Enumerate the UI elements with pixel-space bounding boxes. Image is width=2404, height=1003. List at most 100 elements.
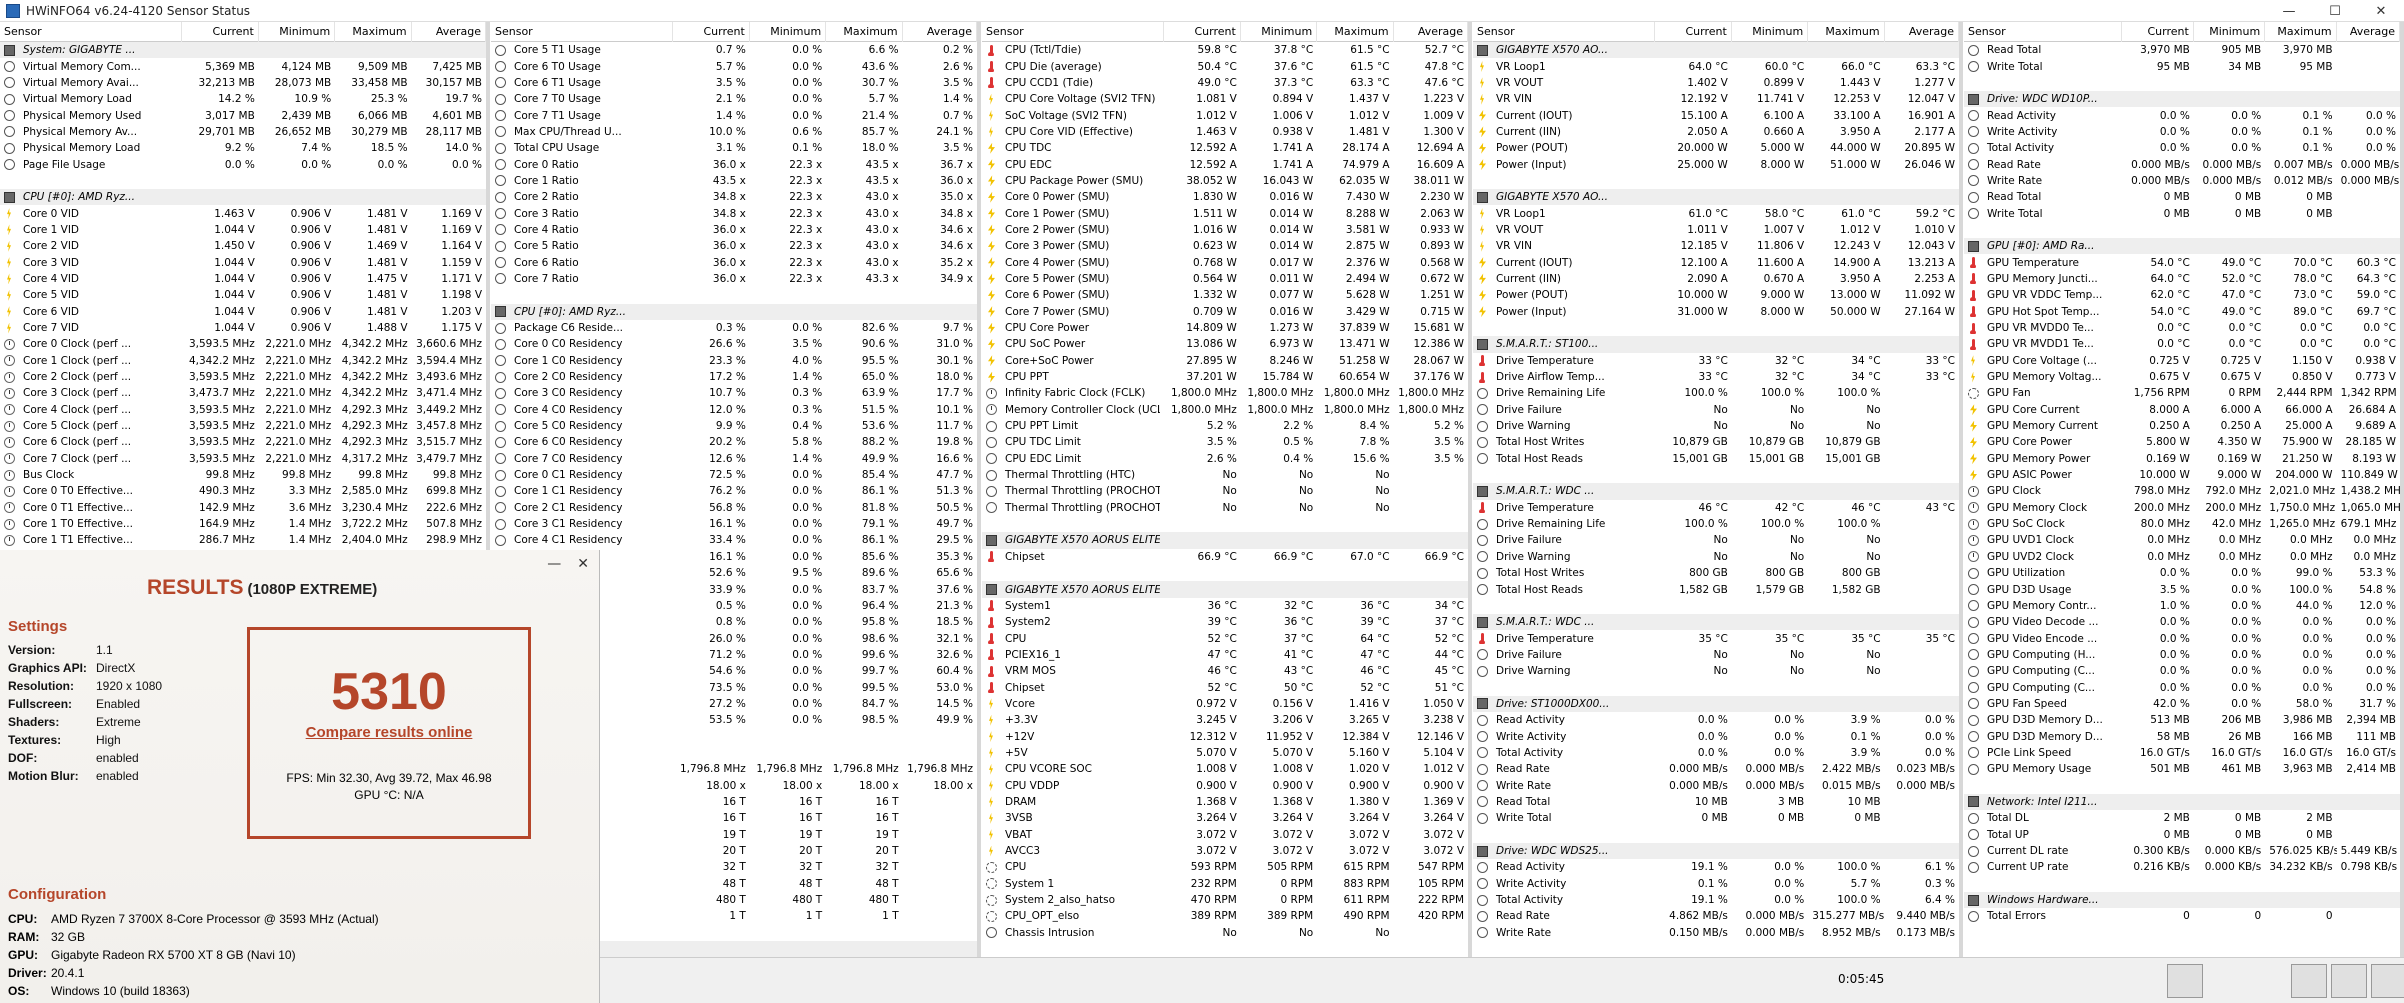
- sensor-row[interactable]: Total Host Writes 10,879 GB 10,879 GB 10,87…: [1473, 434, 1959, 450]
- sensor-row[interactable]: Core 5 C0 Residency 9.9 % 0.4 % 53.6 % 11.7 …: [491, 418, 977, 434]
- sensor-row[interactable]: Core 0 Ratio 36.0 x 22.3 x 43.5 x 36.7 x: [491, 156, 977, 172]
- sensor-row[interactable]: Core 4 VID 1.044 V 0.906 V 1.475 V 1.171 V: [0, 271, 486, 287]
- sensor-row[interactable]: DRAM 1.368 V 1.368 V 1.380 V 1.369 V: [982, 794, 1468, 810]
- sensor-row[interactable]: Virtual Memory Load 14.2 % 10.9 % 25.3 % 19.…: [0, 91, 486, 107]
- sensor-row[interactable]: CPU VCORE SOC 1.008 V 1.008 V 1.020 V 1.012 …: [982, 761, 1468, 777]
- column-header-maximum[interactable]: Maximum: [1808, 22, 1885, 42]
- sensor-row[interactable]: Core 0 T0 Effective... 490.3 MHz 3.3 MHz 2,…: [0, 483, 486, 499]
- sensor-row[interactable]: GPU Memory Current 0.250 A 0.250 A 25.000 A…: [1964, 418, 2400, 434]
- sensor-row[interactable]: CPU Core Power 14.809 W 1.273 W 37.839 W 15.…: [982, 320, 1468, 336]
- sensor-row[interactable]: Core 1 Clock (perf ... 4,342.2 MHz 2,221.0…: [0, 353, 486, 369]
- column-header-minimum[interactable]: Minimum: [2194, 22, 2266, 42]
- sensor-row[interactable]: Core 1 T1 Effective... 286.7 MHz 1.4 MHz 2,…: [0, 532, 486, 548]
- sensor-row[interactable]: Read Rate 0.000 MB/s 0.000 MB/s 2.422 MB/s 0…: [1473, 761, 1959, 777]
- sensor-row[interactable]: Core 7 Power (SMU) 0.709 W 0.016 W 3.429 W0…: [982, 304, 1468, 320]
- sensor-row[interactable]: Core 5 T1 Usage 0.7 % 0.0 % 6.6 % 0.2 %: [491, 42, 977, 58]
- column-header[interactable]: Sensor Current Minimum Maximum Average: [0, 22, 486, 42]
- sensor-row[interactable]: VR VOUT 1.402 V 0.899 V 1.443 V 1.277 V: [1473, 75, 1959, 91]
- sensor-row[interactable]: Drive Failure No No No: [1473, 647, 1959, 663]
- sensor-row[interactable]: CPU SoC Power 13.086 W 6.973 W 13.471 W 12.3…: [982, 336, 1468, 352]
- sensor-panel-4[interactable]: Sensor Current Minimum Maximum Average GIGABY…: [1473, 22, 1963, 957]
- sensor-row[interactable]: Thermal Throttling (PROCHOT ... No No No: [982, 483, 1468, 499]
- sensor-row[interactable]: CPU TDC 12.592 A 1.741 A 28.174 A 12.694 A: [982, 140, 1468, 156]
- sensor-row[interactable]: GPU Video Encode ... 0.0 % 0.0 % 0.0 % 0.0 %: [1964, 630, 2400, 646]
- sensor-row[interactable]: Read Total 0 MB 0 MB 0 MB: [1964, 189, 2400, 205]
- column-header[interactable]: Sensor Current Minimum Maximum Average: [1964, 22, 2400, 42]
- sensor-row[interactable]: Core 3 Clock (perf ... 3,473.7 MHz 2,221.0…: [0, 385, 486, 401]
- sensor-row[interactable]: VBAT 3.072 V 3.072 V 3.072 V 3.072 V: [982, 827, 1468, 843]
- sensor-row[interactable]: 3VSB 3.264 V 3.264 V 3.264 V 3.264 V: [982, 810, 1468, 826]
- sensor-row[interactable]: GPU VR VDDC Temp... 62.0 °C 47.0 °C 73.0 °C…: [1964, 287, 2400, 303]
- close-button[interactable]: ✕: [2358, 0, 2404, 22]
- column-header-sensor[interactable]: Sensor: [982, 22, 1165, 42]
- sensor-row[interactable]: GPU Core Current 8.000 A 6.000 A 66.000 A 26…: [1964, 402, 2400, 418]
- results-close-button[interactable]: ✕: [577, 556, 589, 572]
- sensor-row[interactable]: Total CPU Usage 3.1 % 0.1 % 18.0 % 3.5 %: [491, 140, 977, 156]
- column-header[interactable]: Sensor Current Minimum Maximum Average: [982, 22, 1468, 42]
- sensor-row[interactable]: Core 1 T0 Effective... 164.9 MHz 1.4 MHz 3,…: [0, 516, 486, 532]
- column-header-minimum[interactable]: Minimum: [1732, 22, 1809, 42]
- sensor-row[interactable]: GPU Core Power 5.800 W 4.350 W 75.900 W 28.1…: [1964, 434, 2400, 450]
- column-header-maximum[interactable]: Maximum: [826, 22, 903, 42]
- column-header-current[interactable]: Current: [1655, 22, 1732, 42]
- sensor-row[interactable]: Total Host Reads 1,582 GB 1,579 GB 1,582 GB: [1473, 581, 1959, 597]
- column-header-sensor[interactable]: Sensor: [1964, 22, 2123, 42]
- sensor-row[interactable]: Core 6 Power (SMU) 1.332 W 0.077 W 5.628 W1…: [982, 287, 1468, 303]
- column-header-average[interactable]: Average: [903, 22, 977, 42]
- sensor-row[interactable]: VRM MOS 46 °C 43 °C 46 °C 45 °C: [982, 663, 1468, 679]
- sensor-row[interactable]: System 1 232 RPM 0 RPM 883 RPM 105 RPM: [982, 876, 1468, 892]
- column-header-current[interactable]: Current: [1164, 22, 1241, 42]
- sensor-row[interactable]: Core 1 VID 1.044 V 0.906 V 1.481 V 1.169 V: [0, 222, 486, 238]
- sensor-row[interactable]: Core 3 Ratio 34.8 x 22.3 x 43.0 x 34.8 x: [491, 205, 977, 221]
- sensor-row[interactable]: VR VIN 12.192 V 11.741 V 12.253 V 12.047 V: [1473, 91, 1959, 107]
- sensor-row[interactable]: Core+SoC Power 27.895 W 8.246 W 51.258 W 28.…: [982, 353, 1468, 369]
- sensor-row[interactable]: Infinity Fabric Clock (FCLK) 1,800.0 MHz 1…: [982, 385, 1468, 401]
- compare-results-link[interactable]: Compare results online: [250, 724, 528, 741]
- minimize-button[interactable]: —: [2266, 0, 2312, 22]
- sensor-row[interactable]: Power (Input) 25.000 W 8.000 W 51.000 W 26.0…: [1473, 156, 1959, 172]
- sensor-row[interactable]: Drive Remaining Life 100.0 % 100.0 % 100.0 …: [1473, 385, 1959, 401]
- sensor-group-row[interactable]: GIGABYTE X570 AORUS ELITE ...: [982, 532, 1468, 549]
- sensor-row[interactable]: Drive Warning No No No: [1473, 663, 1959, 679]
- column-header-sensor[interactable]: Sensor: [1473, 22, 1656, 42]
- sensor-row[interactable]: Core 6 Ratio 36.0 x 22.3 x 43.0 x 35.2 x: [491, 254, 977, 270]
- sensor-row[interactable]: Total Activity 0.0 % 0.0 % 3.9 % 0.0 %: [1473, 745, 1959, 761]
- sensor-row[interactable]: CPU Core Voltage (SVI2 TFN) 1.081 V 0.894 …: [982, 91, 1468, 107]
- sensor-row[interactable]: Read Activity 0.0 % 0.0 % 3.9 % 0.0 %: [1473, 712, 1959, 728]
- column-header-average[interactable]: Average: [1394, 22, 1468, 42]
- sensor-row[interactable]: CPU CCD1 (Tdie) 49.0 °C 37.3 °C 63.3 °C 47.6…: [982, 75, 1468, 91]
- sensor-row[interactable]: Core 2 Power (SMU) 1.016 W 0.014 W 3.581 W0…: [982, 222, 1468, 238]
- sensor-row[interactable]: CPU EDC 12.592 A 1.741 A 74.979 A 16.609 A: [982, 156, 1468, 172]
- sensor-row[interactable]: Current (IOUT) 12.100 A 11.600 A 14.900 A 13…: [1473, 254, 1959, 270]
- column-header-maximum[interactable]: Maximum: [2265, 22, 2337, 42]
- sensor-row[interactable]: Core 3 C0 Residency 10.7 % 0.3 % 63.9 % 17.7…: [491, 385, 977, 401]
- sensor-row[interactable]: Core 4 C1 Residency 33.4 % 0.0 % 86.1 % 29.5…: [491, 532, 977, 548]
- sensor-row[interactable]: GPU Fan 1,756 RPM 0 RPM 2,444 RPM 1,342 RPM: [1964, 385, 2400, 401]
- sensor-row[interactable]: CPU VDDP 0.900 V 0.900 V 0.900 V 0.900 V: [982, 777, 1468, 793]
- sensor-row[interactable]: Core 2 VID 1.450 V 0.906 V 1.469 V 1.164 V: [0, 238, 486, 254]
- sensor-row[interactable]: CPU 52 °C 37 °C 64 °C 52 °C: [982, 630, 1468, 646]
- sensor-row[interactable]: Read Total 10 MB 3 MB 10 MB: [1473, 794, 1959, 810]
- column-header-average[interactable]: Average: [412, 22, 486, 42]
- sensor-row[interactable]: SoC Voltage (SVI2 TFN) 1.012 V 1.006 V 1.01…: [982, 107, 1468, 123]
- sensor-row[interactable]: Write Rate 0.150 MB/s 0.000 MB/s 8.952 MB/s…: [1473, 925, 1959, 941]
- sensor-panel-5[interactable]: Sensor Current Minimum Maximum Average Read T…: [1964, 22, 2404, 957]
- sensor-row[interactable]: Core 7 Clock (perf ... 3,593.5 MHz 2,221.0…: [0, 451, 486, 467]
- column-header-sensor[interactable]: Sensor: [0, 22, 183, 42]
- sensor-row[interactable]: Page File Usage 0.0 % 0.0 % 0.0 % 0.0 %: [0, 156, 486, 172]
- report-icon[interactable]: [2331, 964, 2367, 998]
- sensor-row[interactable]: Total Activity 19.1 % 0.0 % 100.0 % 6.4 %: [1473, 892, 1959, 908]
- sensor-row[interactable]: Read Activity 0.0 % 0.0 % 0.1 % 0.0 %: [1964, 107, 2400, 123]
- sensor-row[interactable]: Drive Warning No No No: [1473, 549, 1959, 565]
- sensor-row[interactable]: Core 4 Ratio 36.0 x 22.3 x 43.0 x 34.6 x: [491, 222, 977, 238]
- sensor-row[interactable]: Current (IOUT) 15.100 A 6.100 A 33.100 A 16.…: [1473, 107, 1959, 123]
- sensor-row[interactable]: Physical Memory Av... 29,701 MB 26,652 MB 3…: [0, 124, 486, 140]
- sensor-row[interactable]: Core 7 C0 Residency 12.6 % 1.4 % 49.9 % 16.6…: [491, 451, 977, 467]
- sensor-row[interactable]: GPU Hot Spot Temp... 54.0 °C 49.0 °C 89.0 °…: [1964, 304, 2400, 320]
- sensor-row[interactable]: GPU D3D Memory D... 513 MB 206 MB 3,986 MB 2…: [1964, 712, 2400, 728]
- sensor-row[interactable]: Drive Temperature 46 °C 42 °C 46 °C 43 °C: [1473, 500, 1959, 516]
- sensor-row[interactable]: GPU Memory Juncti... 64.0 °C 52.0 °C 78.0 °…: [1964, 271, 2400, 287]
- sensor-row[interactable]: Package C6 Reside... 0.3 % 0.0 % 82.6 % 9.7 …: [491, 320, 977, 336]
- sensor-row[interactable]: Chipset 52 °C 50 °C 52 °C 51 °C: [982, 679, 1468, 695]
- sensor-row[interactable]: GPU SoC Clock 80.0 MHz 42.0 MHz 1,265.0 MHz…: [1964, 516, 2400, 532]
